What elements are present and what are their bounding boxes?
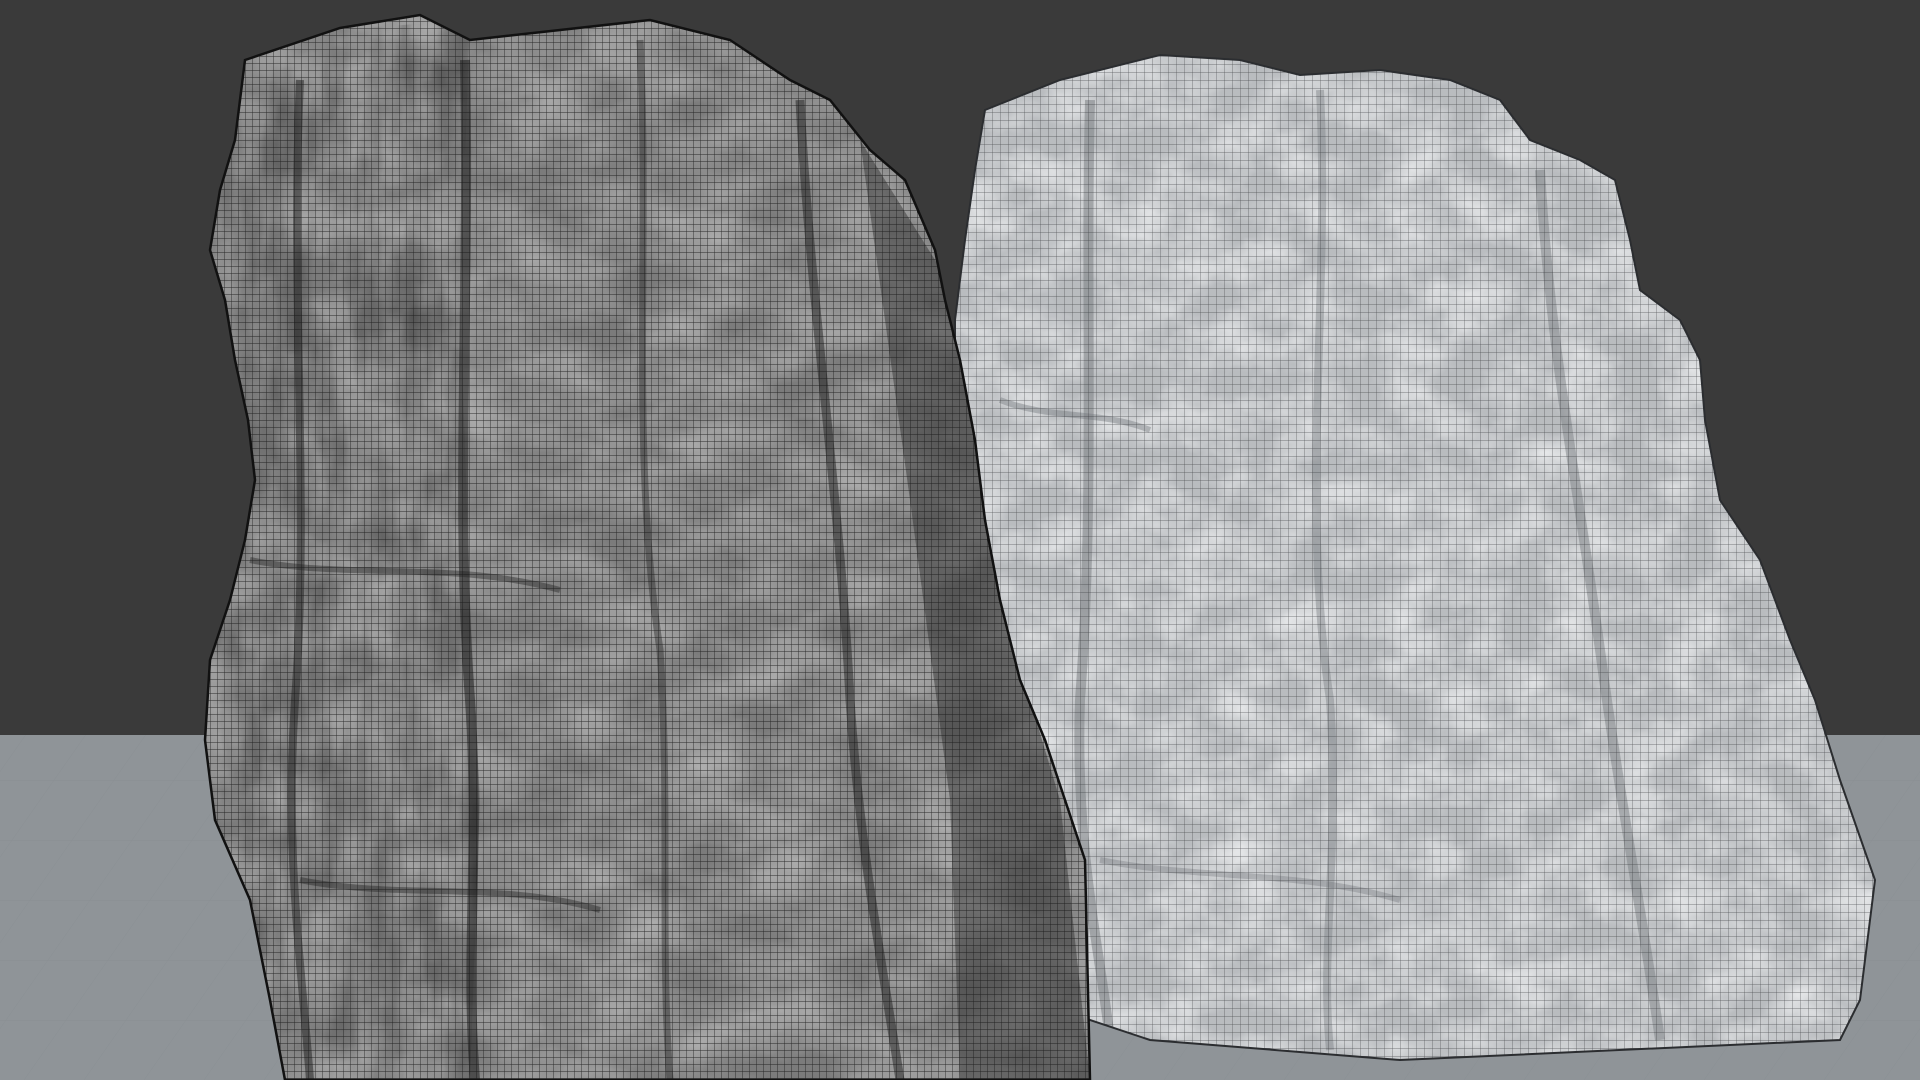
3d-viewport[interactable] xyxy=(0,0,1920,1080)
viewport-canvas[interactable] xyxy=(0,0,1920,1080)
